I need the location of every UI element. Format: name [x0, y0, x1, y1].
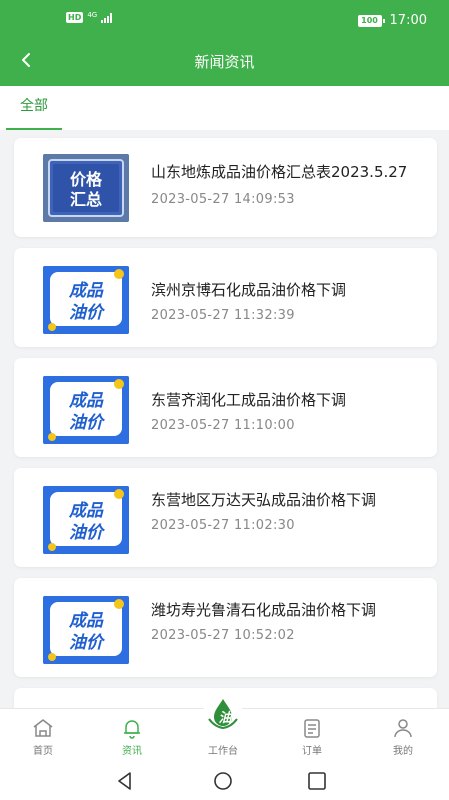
news-thumbnail: 成品 油价 — [43, 376, 129, 444]
news-card[interactable]: 成品 油价 东营齐润化工成品油价格下调 2023-05-27 11:10:00 — [14, 358, 437, 457]
news-card[interactable]: 成品 油价 滨州京博石化成品油价格下调 2023-05-27 11:32:39 — [14, 248, 437, 347]
tabbar-label: 我的 — [393, 746, 413, 757]
thumb-line-2: 油价 — [69, 523, 106, 543]
tabbar-label: 资讯 — [122, 746, 142, 757]
news-thumbnail: 成品 油价 — [43, 486, 129, 554]
oil-logo-icon: 油 — [208, 699, 238, 730]
status-left: HD 4G — [66, 10, 113, 23]
news-thumbnail: 成品 油价 — [43, 266, 129, 334]
news-text: 东营地区万达天弘成品油价格下调 2023-05-27 11:02:30 — [151, 490, 421, 533]
oil-price-image: 成品 油价 — [43, 596, 129, 664]
nav-bar: 新闻资讯 — [0, 40, 449, 86]
news-date: 2023-05-27 11:10:00 — [151, 418, 295, 433]
user-icon — [394, 719, 412, 738]
tabbar-item-mine[interactable]: 我的 — [368, 709, 438, 763]
oil-price-image: 成品 油价 — [43, 376, 129, 444]
news-title: 滨州京博石化成品油价格下调 — [151, 281, 347, 299]
tabbar-label: 首页 — [33, 746, 53, 757]
recents-square-icon[interactable] — [306, 770, 328, 792]
news-text: 滨州京博石化成品油价格下调 2023-05-27 11:32:39 — [151, 280, 421, 323]
thumb-line-1: 成品 — [68, 391, 104, 411]
logo-text: 油 — [218, 710, 233, 726]
news-date: 2023-05-27 11:02:30 — [151, 518, 295, 533]
thumb-line-1: 成品 — [68, 611, 104, 631]
tabbar-label: 工作台 — [208, 746, 238, 757]
status-bar: HD 4G 100 17:00 — [0, 0, 449, 40]
news-list: 价格 汇总 山东地炼成品油价格汇总表2023.5.27 2023-05-27 1… — [0, 130, 449, 710]
news-title: 潍坊寿光鲁清石化成品油价格下调 — [151, 601, 377, 619]
thumb-line-2: 汇总 — [70, 190, 102, 209]
system-nav-bar — [0, 762, 449, 800]
status-right: 100 17:00 — [357, 13, 427, 28]
hd-badge: HD — [66, 12, 84, 23]
news-text: 山东地炼成品油价格汇总表2023.5.27 2023-05-27 14:09:5… — [151, 162, 421, 207]
clock: 17:00 — [389, 13, 427, 28]
thumb-line-2: 油价 — [69, 413, 106, 433]
thumb-line-2: 油价 — [69, 633, 106, 653]
tabbar-item-news[interactable]: 资讯 — [97, 709, 167, 763]
back-triangle-icon[interactable] — [114, 770, 136, 792]
tab-all-label: 全部 — [20, 98, 48, 114]
tabbar-item-home[interactable]: 首页 — [8, 709, 78, 763]
signal-icon — [101, 12, 113, 23]
thumb-line-1: 成品 — [68, 501, 104, 521]
tabbar-item-orders[interactable]: 订单 — [277, 709, 347, 763]
network-label: 4G — [87, 10, 98, 19]
page-title: 新闻资讯 — [194, 53, 255, 71]
battery-icon: 100 — [357, 14, 385, 27]
thumb-line-1: 价格 — [70, 170, 103, 189]
tab-all[interactable]: 全部 — [6, 86, 62, 130]
news-card[interactable]: 成品 油价 潍坊寿光鲁清石化成品油价格下调 2023-05-27 10:52:0… — [14, 578, 437, 677]
news-card[interactable]: 价格 汇总 山东地炼成品油价格汇总表2023.5.27 2023-05-27 1… — [14, 138, 437, 237]
bell-icon — [124, 720, 140, 739]
home-circle-icon[interactable] — [212, 770, 234, 792]
thumb-line-1: 成品 — [68, 281, 104, 301]
category-tabs: 全部 — [0, 86, 449, 130]
news-thumbnail: 价格 汇总 — [43, 154, 129, 222]
price-summary-image: 价格 汇总 — [43, 154, 129, 222]
thumb-line-2: 油价 — [69, 303, 106, 323]
tabbar-label: 订单 — [302, 746, 322, 757]
news-text: 潍坊寿光鲁清石化成品油价格下调 2023-05-27 10:52:02 — [151, 600, 421, 643]
news-card[interactable]: 成品 油价 东营地区万达天弘成品油价格下调 2023-05-27 11:02:3… — [14, 468, 437, 567]
news-title: 山东地炼成品油价格汇总表2023.5.27 — [151, 163, 408, 181]
oil-price-image: 成品 油价 — [43, 266, 129, 334]
news-title: 东营齐润化工成品油价格下调 — [151, 391, 347, 409]
order-icon — [304, 719, 320, 738]
news-date: 2023-05-27 10:52:02 — [151, 628, 295, 643]
news-date: 2023-05-27 14:09:53 — [151, 192, 295, 207]
news-thumbnail: 成品 油价 — [43, 596, 129, 664]
workbench-logo[interactable]: 油 — [203, 694, 243, 734]
home-icon — [33, 719, 53, 737]
news-title: 东营地区万达天弘成品油价格下调 — [151, 491, 377, 509]
news-date: 2023-05-27 11:32:39 — [151, 308, 295, 323]
news-text: 东营齐润化工成品油价格下调 2023-05-27 11:10:00 — [151, 390, 421, 433]
app-header: HD 4G 100 17:00 新闻资讯 — [0, 0, 449, 86]
oil-price-image: 成品 油价 — [43, 486, 129, 554]
